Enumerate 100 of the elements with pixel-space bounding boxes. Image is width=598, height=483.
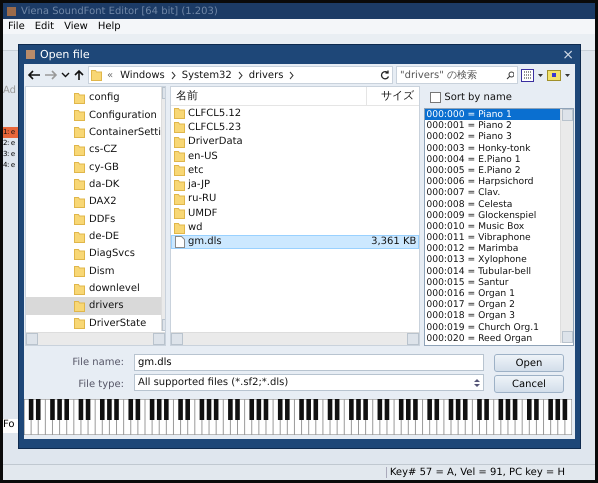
file-name: wd [188, 222, 203, 234]
file-row[interactable]: ja-JP [171, 177, 420, 192]
status-text: Key# 57 = A, Vel = 91, PC key = H [386, 467, 595, 478]
file-row[interactable]: UMDF [171, 206, 420, 220]
panel-label: Fo [3, 419, 18, 433]
file-name: ja-JP [188, 179, 210, 190]
scrollbar[interactable] [171, 332, 420, 345]
preset-item[interactable]: 000:010 = Music Box [425, 220, 560, 232]
file-name: ru-RU [188, 193, 216, 204]
folder-icon [74, 92, 85, 104]
tree-item[interactable]: cy-GB [26, 158, 161, 176]
spinner-icon [474, 378, 480, 388]
folder-icon [174, 136, 185, 148]
file-name: DriverData [188, 136, 243, 148]
preset-item[interactable]: 000:005 = E.Piano 2 [425, 164, 560, 176]
tree-item[interactable]: Configuration [26, 106, 161, 124]
breadcrumb-item[interactable]: drivers [246, 70, 286, 80]
menu-item[interactable]: View [59, 21, 93, 32]
preset-item[interactable]: 000:017 = Organ 2 [425, 299, 560, 310]
search-field[interactable]: "drivers" の検索 [396, 66, 518, 84]
preset-item[interactable]: 000:011 = Vibraphone [425, 232, 560, 244]
file-row[interactable]: CLFCL5.23 [171, 120, 420, 135]
checkbox[interactable] [430, 92, 442, 102]
chevron-icon[interactable] [236, 70, 244, 80]
file-name: UMDF [188, 208, 218, 219]
breadcrumb-item[interactable]: System32 [180, 70, 234, 80]
preset-item[interactable]: 000:018 = Organ 3 [425, 310, 560, 322]
tree-item[interactable]: Dism [26, 262, 161, 280]
preset-item[interactable]: 000:008 = Celesta [425, 198, 560, 210]
field-label: File type: [78, 378, 124, 392]
preset-item[interactable]: 000:013 = Xylophone [425, 254, 560, 266]
refresh-icon[interactable] [380, 70, 390, 80]
dialog-title: Open file [40, 48, 90, 61]
view-icon[interactable] [521, 68, 534, 82]
menu-item[interactable]: Edit [30, 21, 60, 32]
piano-keyboard[interactable] [24, 399, 572, 435]
file-row[interactable]: en-US [171, 148, 420, 164]
dialog-icon [25, 49, 36, 60]
close-button[interactable]: × [562, 46, 574, 62]
preset-item[interactable]: 000:019 = Church Org.1 [425, 322, 560, 333]
preset-item[interactable]: 000:004 = E.Piano 1 [425, 154, 560, 165]
panel-label: Ad [3, 85, 18, 98]
scrollbar[interactable] [26, 332, 165, 345]
chevron-icon[interactable] [288, 70, 296, 80]
preset-item[interactable]: 000:003 = Honky-tonk [425, 142, 560, 154]
column-header[interactable]: 名前 [171, 87, 366, 105]
preset-item[interactable]: 000:006 = Harpsichord [425, 176, 560, 188]
dialog-button[interactable]: Open [494, 354, 564, 372]
folder-icon[interactable] [547, 69, 561, 81]
tree-item[interactable]: ContainerSetti [26, 124, 161, 142]
preset-item[interactable]: 000:007 = Clav. [425, 187, 560, 198]
scrollbar[interactable] [560, 109, 573, 343]
tree-item[interactable]: DDFs [26, 210, 161, 228]
folder-icon [74, 109, 85, 122]
file-row[interactable]: etc [171, 163, 420, 178]
tree-item[interactable]: de-DE [26, 228, 161, 246]
dialog-button[interactable]: Cancel [494, 375, 564, 393]
folder-icon [74, 178, 85, 190]
folder-icon [174, 178, 185, 191]
chevron-icon[interactable] [170, 70, 177, 80]
folder-icon [74, 144, 85, 156]
file-row[interactable]: wd [171, 220, 420, 235]
tree-item[interactable]: DAX2 [26, 193, 161, 211]
column-header[interactable]: サイズ [366, 87, 419, 105]
file-name: en-US [188, 150, 218, 162]
file-name: etc [188, 164, 204, 176]
file-row[interactable]: gm.dls 3,361 KB [171, 234, 420, 249]
menu-item[interactable]: Help [92, 21, 126, 32]
field-label: File name: [72, 356, 124, 370]
up-icon[interactable] [73, 69, 85, 81]
preset-item[interactable]: 000:015 = Santur [425, 276, 560, 288]
tree-item[interactable]: downlevel [26, 280, 161, 298]
folder-icon [74, 317, 85, 330]
preset-item[interactable]: 000:014 = Tubular-bell [425, 266, 560, 277]
preset-item[interactable]: 000:002 = Piano 3 [425, 131, 560, 143]
folder-icon [174, 164, 185, 176]
breadcrumb-item[interactable]: Windows [118, 70, 167, 80]
preset-item[interactable]: 000:001 = Piano 2 [425, 120, 560, 132]
preset-item[interactable]: 000:020 = Reed Organ [425, 332, 560, 344]
file-row[interactable]: CLFCL5.12 [171, 106, 420, 120]
file-type-dropdown[interactable]: All supported files (*.sf2;*.dls) [134, 374, 484, 391]
breadcrumb-overflow[interactable]: « [105, 70, 116, 80]
file-size: 3,361 KB [371, 236, 418, 248]
file-row[interactable]: ru-RU [171, 192, 420, 206]
file-name: CLFCL5.12 [188, 108, 242, 119]
preset-item[interactable]: 000:000 = Piano 1 [425, 109, 560, 120]
folder-icon [174, 207, 185, 220]
preset-item[interactable]: 000:016 = Organ 1 [425, 288, 560, 300]
menu-item[interactable]: File [3, 21, 30, 32]
tree-item[interactable]: drivers [26, 297, 161, 315]
tree-item[interactable]: cs-CZ [26, 141, 161, 158]
preset-item[interactable]: 000:012 = Marimba [425, 243, 560, 254]
file-name-field[interactable]: gm.dls [134, 354, 484, 371]
file-row[interactable]: DriverData [171, 134, 420, 149]
tree-item[interactable]: da-DK [26, 176, 161, 194]
tree-item[interactable]: DiagSvcs [26, 245, 161, 263]
tree-item[interactable]: config [26, 89, 161, 106]
back-icon[interactable] [27, 69, 41, 81]
preset-item[interactable]: 000:009 = Glockenspiel [425, 210, 560, 221]
tree-item[interactable]: DriverState [26, 314, 161, 332]
